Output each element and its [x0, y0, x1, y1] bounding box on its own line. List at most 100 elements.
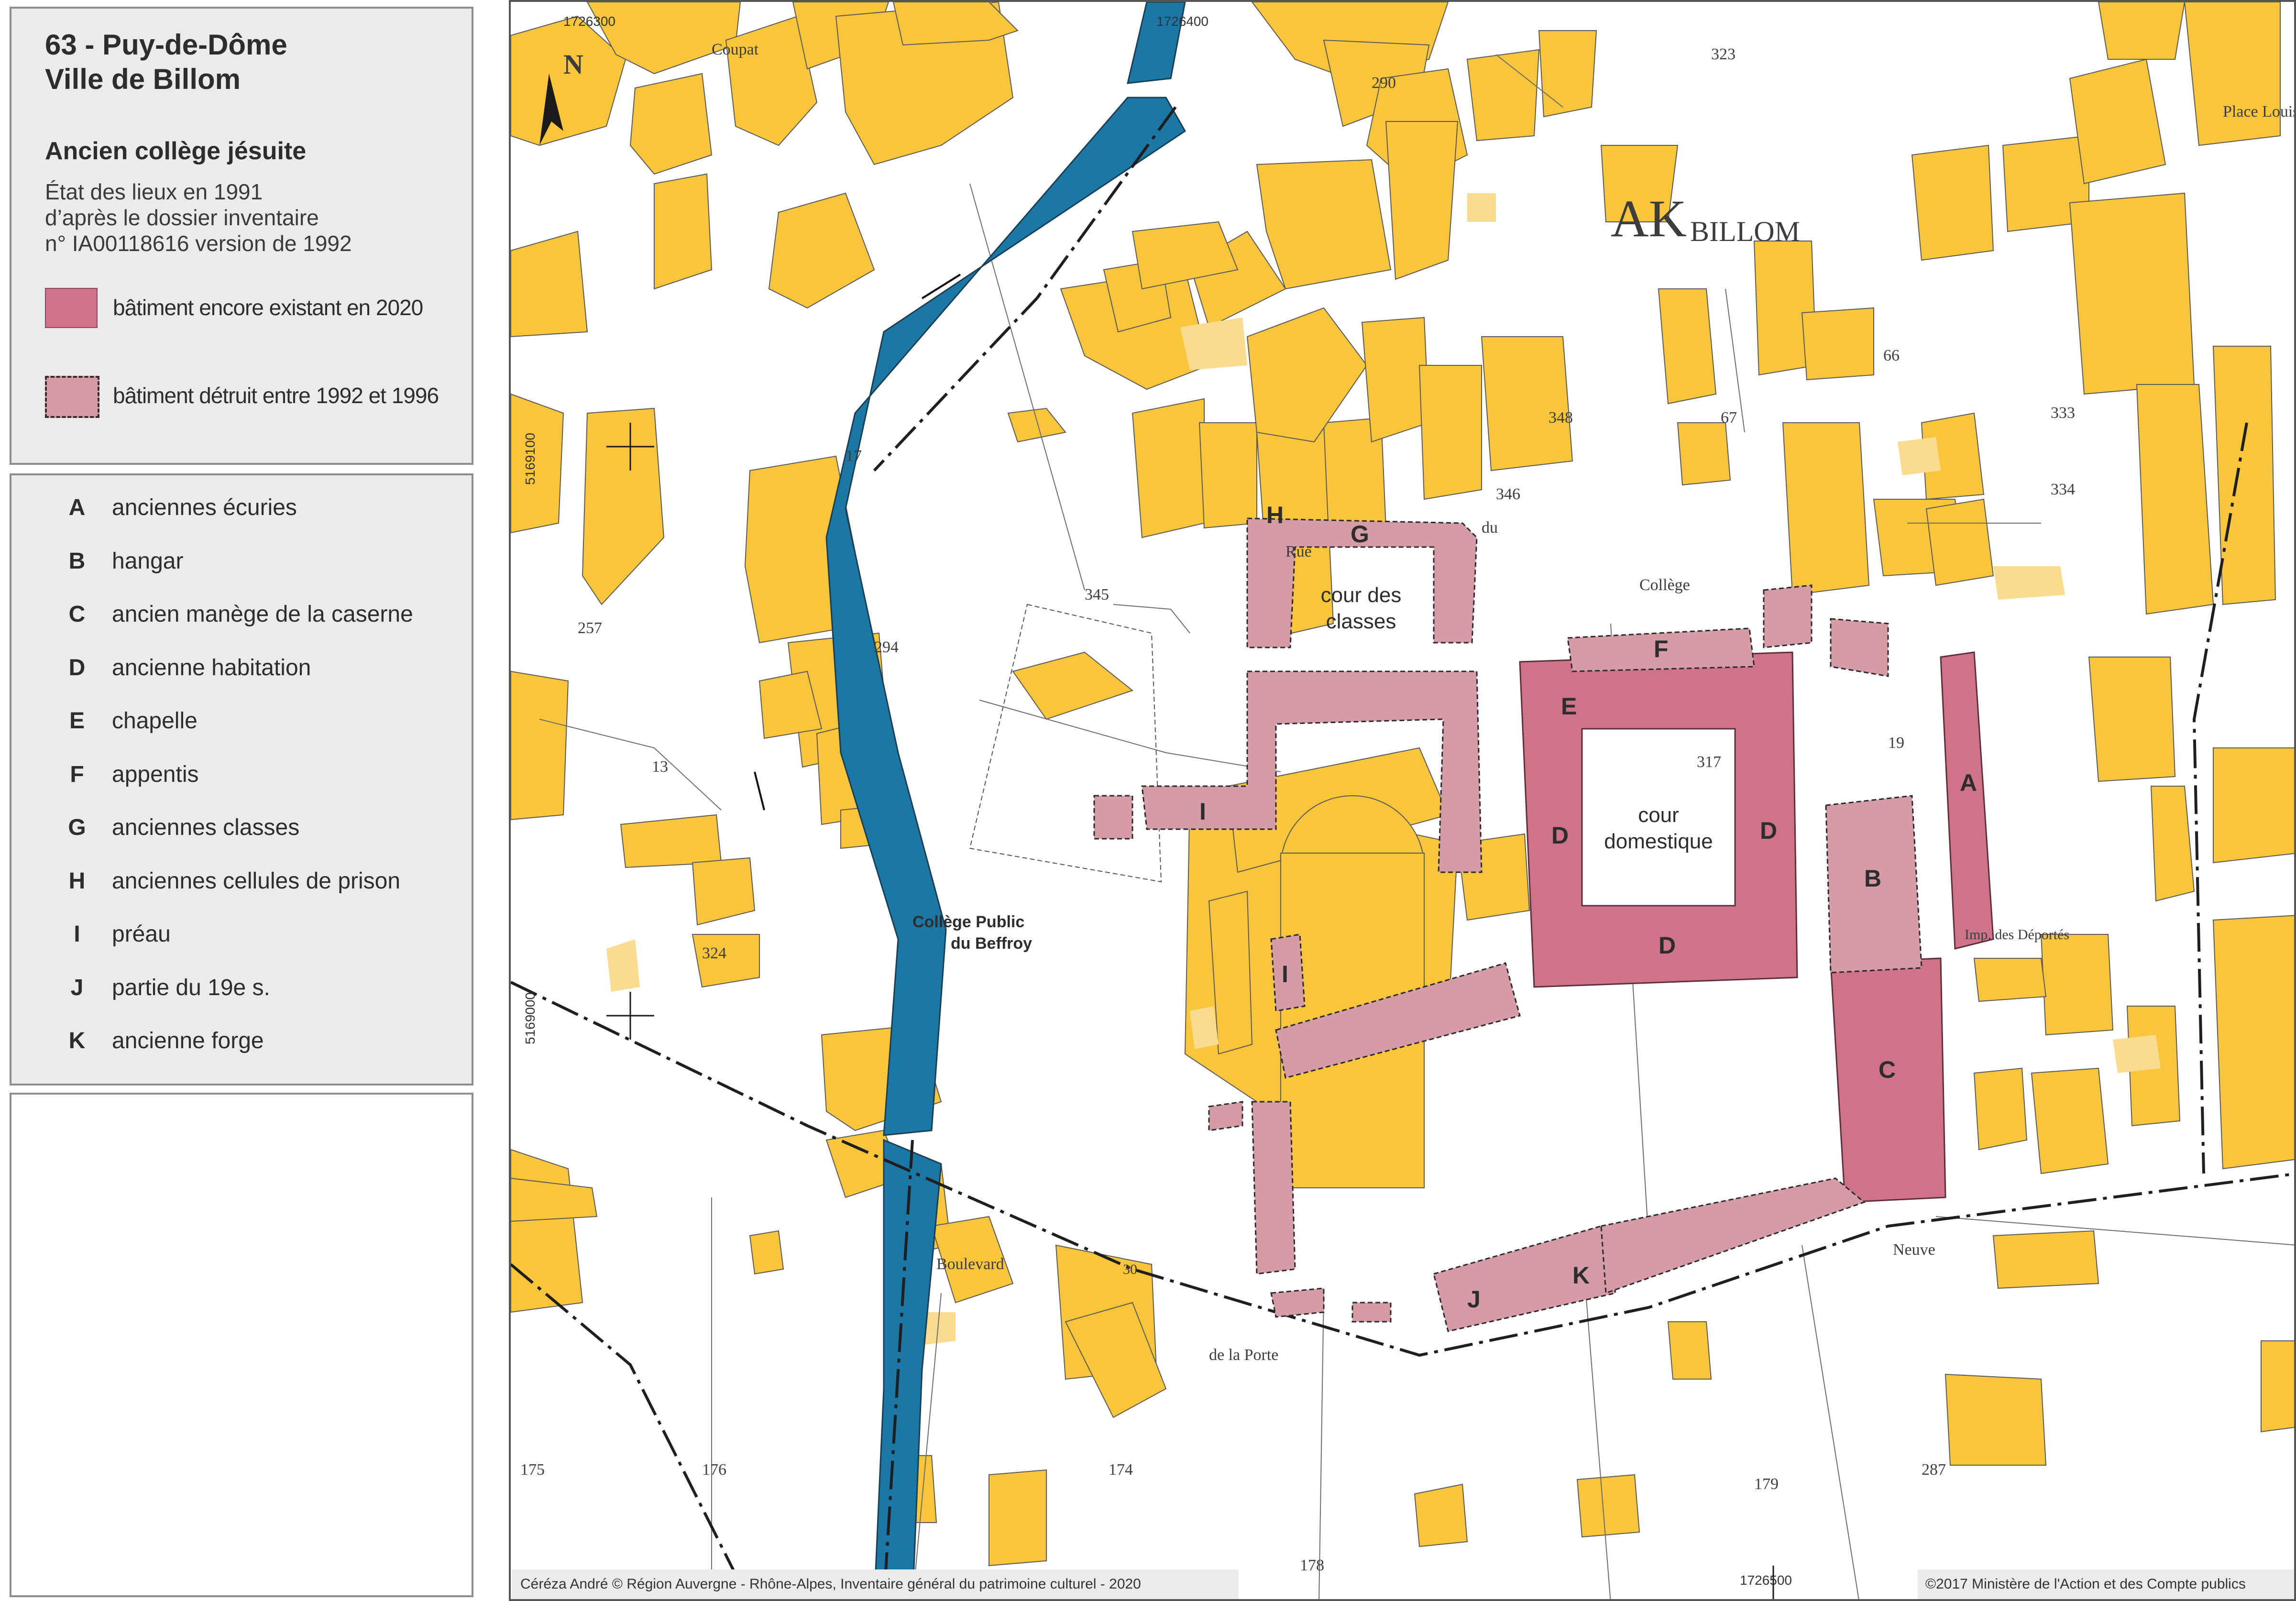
coord-y-000: 5169000	[523, 992, 538, 1044]
street-coupat: Coupat	[712, 41, 759, 58]
parcel-272: 178	[1300, 1557, 1324, 1574]
parcel-294: 294	[874, 638, 899, 656]
label-i-1: I	[1199, 798, 1206, 825]
credit-footer: Céréza André © Région Auvergne - Rhône-A…	[512, 1569, 1239, 1599]
label-b: B	[1864, 865, 1881, 892]
parcel-348-bis: 346	[1496, 485, 1520, 503]
section-label: AK	[1611, 189, 1687, 248]
label-d-2: D	[1760, 817, 1777, 844]
building-legend: Aanciennes écuries Bhangar Cancien manège …	[10, 473, 473, 1086]
coord-x-400: 1726400	[1156, 14, 1208, 29]
label-h: H	[1266, 502, 1284, 528]
legend-key: A	[68, 495, 86, 520]
building-k	[1600, 1177, 1866, 1294]
label-d-3: D	[1659, 932, 1676, 959]
legend-key: E	[69, 708, 85, 734]
title-panel: 63 - Puy-de-Dôme Ville de Billom Ancien …	[10, 7, 473, 465]
legend-text: hangar	[112, 548, 184, 574]
college-name-2: du Beffroy	[951, 934, 1032, 953]
label-a: A	[1960, 769, 1977, 796]
legend-key: G	[68, 815, 86, 840]
building-small-2	[1763, 584, 1813, 648]
label-i-2: I	[1282, 961, 1288, 987]
state-line-1: État des lieux en 1991	[45, 179, 263, 204]
building-tiny	[1208, 1101, 1243, 1131]
parcel-113: 179	[1754, 1475, 1779, 1493]
street-place-louis: Place Louis	[2223, 103, 2296, 121]
parcel-66: 66	[1883, 347, 1900, 364]
parcel-323: 323	[1711, 45, 1736, 63]
label-g: G	[1351, 521, 1369, 548]
parcel-348: 348	[1549, 409, 1573, 427]
building-layer	[511, 2, 2294, 1567]
parcel-237: 176	[702, 1461, 726, 1479]
parcel-345: 345	[1085, 586, 1109, 603]
parcel-255: 13	[652, 758, 668, 776]
legend-sidebar: 63 - Puy-de-Dôme Ville de Billom Ancien …	[0, 0, 487, 1601]
building-tiny-3	[1351, 1302, 1392, 1323]
building-tiny-2	[1270, 1287, 1325, 1318]
region-title: 63 - Puy-de-Dôme	[45, 29, 287, 61]
swatch-existing-label: bâtiment encore existant en 2020	[113, 295, 423, 320]
parcel-317: 19	[1888, 734, 1904, 752]
parcel-334: 334	[2051, 481, 2075, 498]
legend-key: F	[70, 761, 84, 787]
coord-y-100: 5169100	[523, 433, 538, 485]
swatch-destroyed	[45, 376, 99, 418]
street-de-la-porte: de la Porte	[1209, 1346, 1278, 1364]
parcel-17: 17	[846, 447, 862, 465]
state-line-3: n° IA00118616 version de 1992	[45, 231, 352, 256]
parcel-305: 175	[520, 1461, 545, 1479]
building-a	[1940, 651, 1994, 950]
label-j: J	[1467, 1286, 1481, 1313]
cour-classes-1: cour des	[1321, 583, 1402, 607]
college-name-1: Collège Public	[912, 913, 1024, 931]
building-strip	[1251, 1101, 1296, 1275]
legend-text: anciennes cellules de prison	[112, 868, 401, 894]
commune-label: BILLOM	[1690, 216, 1800, 247]
subject-title: Ancien collège jésuite	[45, 137, 307, 165]
cadastral-map: N AK BILLOM Collège Public du Beffroy co…	[509, 0, 2296, 1601]
legend-text: chapelle	[112, 708, 198, 734]
street-boulevard: Boulevard	[936, 1255, 1004, 1273]
town-title: Ville de Billom	[45, 63, 241, 95]
legend-key: D	[68, 655, 86, 680]
parcel-67: 67	[1721, 409, 1737, 427]
swatch-destroyed-label: bâtiment détruit entre 1992 et 1996	[113, 383, 439, 408]
label-d-1: D	[1551, 822, 1569, 849]
legend-key: I	[74, 921, 80, 947]
legend-text: anciennes classes	[112, 815, 300, 840]
legend-key: C	[68, 602, 86, 627]
legend-text: ancien manège de la caserne	[112, 602, 413, 627]
cour-domestique-1: cour	[1638, 803, 1679, 827]
legend-text: ancienne habitation	[112, 655, 311, 680]
label-k: K	[1572, 1262, 1590, 1289]
blank-panel	[10, 1093, 473, 1597]
legend-text: ancienne forge	[112, 1028, 264, 1053]
cour-classes-2: classes	[1326, 610, 1396, 633]
legend-text: appentis	[112, 761, 199, 787]
swatch-existing	[45, 288, 98, 328]
parcel-253: 257	[578, 619, 602, 637]
building-small-1	[1830, 618, 1889, 677]
map-canvas: N AK BILLOM Collège Public du Beffroy co…	[511, 2, 2296, 1599]
street-neuve: Neuve	[1893, 1241, 1935, 1259]
legend-key: J	[70, 975, 84, 1000]
label-f: F	[1654, 636, 1669, 662]
legend-text: préau	[112, 921, 171, 947]
parcel-316: 317	[1697, 753, 1721, 771]
legend-key: H	[68, 868, 86, 894]
state-line-2: d’après le dossier inventaire	[45, 205, 319, 230]
parcel-324: 324	[702, 944, 726, 962]
street-rue: Rue	[1285, 543, 1312, 560]
street-du: du	[1482, 519, 1498, 537]
parcel-333: 333	[2051, 404, 2075, 422]
label-c: C	[1879, 1056, 1896, 1083]
coord-x-300: 1726300	[563, 14, 615, 29]
legend-text: partie du 19e s.	[112, 975, 270, 1000]
north-label: N	[563, 49, 583, 80]
copyright-footer: ©2017 Ministère de l'Action et des Compt…	[1918, 1569, 2294, 1599]
parcel-30: 30	[1123, 1261, 1137, 1277]
cour-domestique-2: domestique	[1604, 830, 1713, 853]
street-deportes: Imp. des Déportés	[1965, 927, 2069, 943]
